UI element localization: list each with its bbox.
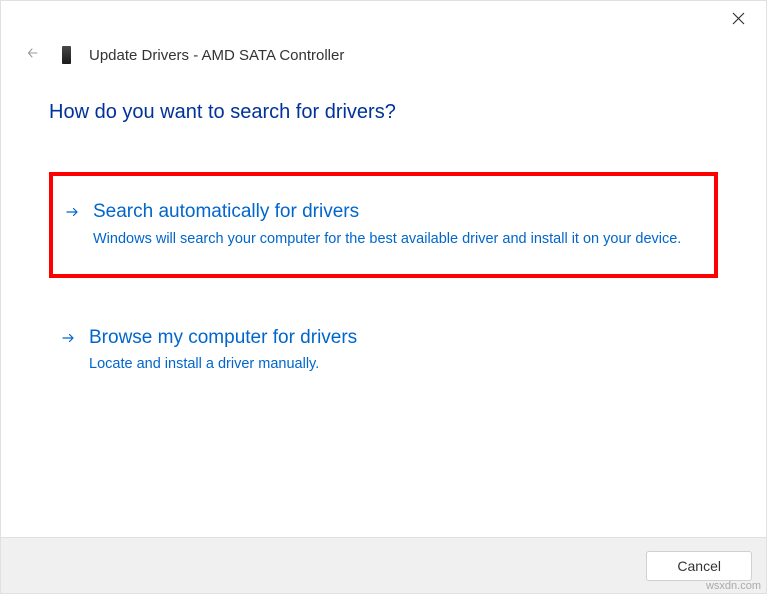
arrow-right-icon — [61, 331, 75, 350]
window-title: Update Drivers - AMD SATA Controller — [89, 47, 344, 64]
arrow-left-icon — [26, 46, 40, 65]
dialog-content: How do you want to search for drivers? S… — [1, 65, 766, 537]
option-description: Windows will search your computer for th… — [93, 229, 681, 250]
option-title: Search automatically for drivers — [93, 200, 681, 225]
option-browse-computer[interactable]: Browse my computer for drivers Locate an… — [49, 302, 718, 400]
option-text: Search automatically for drivers Windows… — [93, 200, 681, 250]
option-title: Browse my computer for drivers — [89, 326, 357, 351]
titlebar — [1, 1, 766, 41]
close-button[interactable] — [726, 9, 750, 33]
option-description: Locate and install a driver manually. — [89, 354, 357, 375]
dialog-footer: Cancel — [1, 537, 766, 593]
dialog-header: Update Drivers - AMD SATA Controller — [1, 41, 766, 65]
close-icon — [732, 12, 745, 30]
option-search-automatically[interactable]: Search automatically for drivers Windows… — [49, 172, 718, 278]
option-text: Browse my computer for drivers Locate an… — [89, 326, 357, 376]
watermark: wsxdn.com — [706, 580, 761, 592]
back-button[interactable] — [23, 45, 43, 65]
update-drivers-dialog: Update Drivers - AMD SATA Controller How… — [0, 0, 767, 594]
arrow-right-icon — [65, 205, 79, 224]
question-heading: How do you want to search for drivers? — [49, 101, 718, 124]
device-icon — [59, 45, 73, 65]
cancel-button[interactable]: Cancel — [646, 551, 752, 581]
